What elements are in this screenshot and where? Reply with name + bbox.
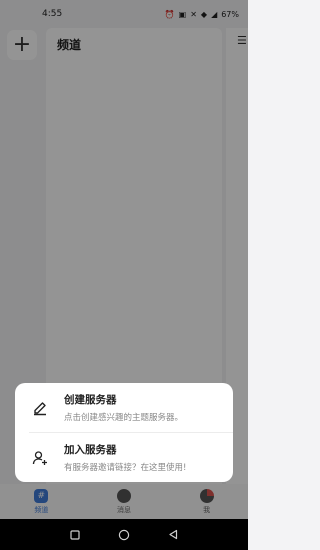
server-action-sheet: 创建服务器 点击创建感兴趣的主题服务器。 加入服务器 有服务器邀请链接？在这里使… bbox=[15, 383, 233, 482]
create-server-description: 点击创建感兴趣的主题服务器。 bbox=[64, 413, 184, 423]
join-server-text: 加入服务器 有服务器邀请链接？在这里使用! bbox=[64, 442, 186, 473]
back-icon[interactable] bbox=[164, 526, 182, 544]
join-server-title: 加入服务器 bbox=[64, 444, 117, 456]
app-root: 4:55 ⏰ ▣ ✕ ◆ ◢ 67% + 频道 ☰ # 频道 消息 我 创建服务… bbox=[0, 0, 248, 550]
home-icon[interactable] bbox=[115, 526, 133, 544]
create-server-text: 创建服务器 点击创建感兴趣的主题服务器。 bbox=[64, 392, 183, 423]
edit-pencil-icon bbox=[31, 399, 49, 417]
add-user-icon bbox=[31, 449, 49, 467]
create-server-item[interactable]: 创建服务器 点击创建感兴趣的主题服务器。 bbox=[15, 383, 233, 432]
system-navigation-bar bbox=[0, 519, 248, 550]
recent-apps-icon[interactable] bbox=[66, 526, 84, 544]
join-server-item[interactable]: 加入服务器 有服务器邀请链接？在这里使用! bbox=[15, 433, 233, 482]
create-server-title: 创建服务器 bbox=[64, 394, 117, 406]
join-server-description: 有服务器邀请链接？在这里使用! bbox=[64, 463, 187, 473]
